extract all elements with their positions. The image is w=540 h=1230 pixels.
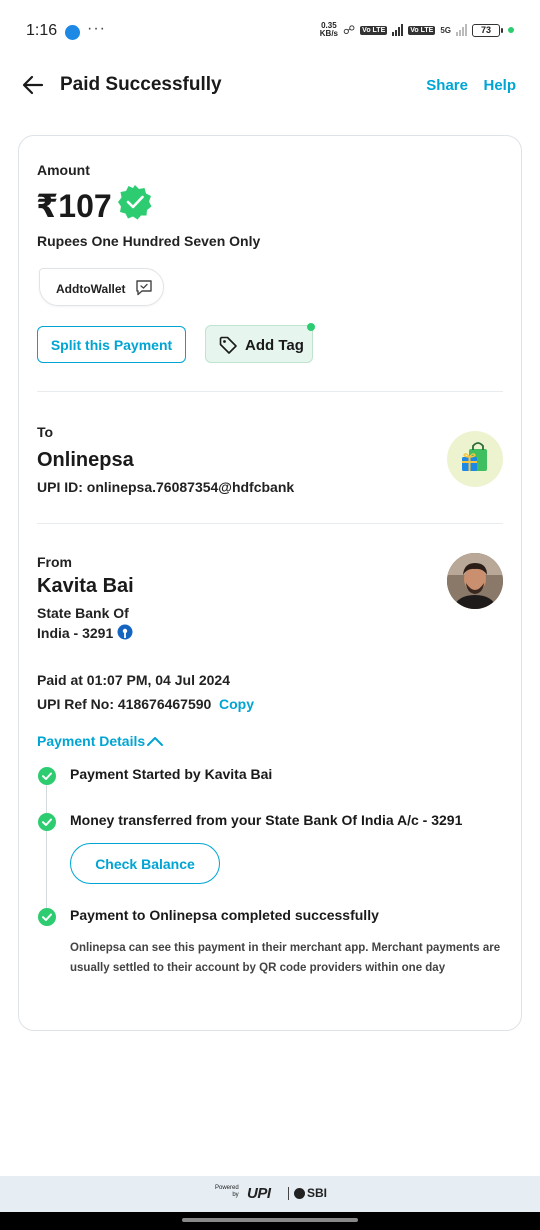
network-speed: 0.35 KB/s: [320, 22, 338, 38]
volte-icon-2: Vo LTE: [408, 25, 436, 35]
amount-label: Amount: [37, 162, 90, 178]
page-title: Paid Successfully: [60, 74, 222, 95]
share-button[interactable]: Share: [426, 77, 468, 94]
payee-name: Onlinepsa: [37, 449, 134, 471]
footer-separator: [288, 1187, 289, 1200]
to-label: To: [37, 424, 54, 440]
powered-by-footer: Powered by UPI SBI: [0, 1176, 540, 1212]
chat-bubble-icon: [136, 280, 152, 296]
check-circle-icon: [38, 908, 56, 926]
payer-bank-account: India - 3291: [37, 625, 114, 641]
payer-bank-name: State Bank Of: [37, 605, 129, 621]
copy-reference-button[interactable]: Copy: [219, 696, 254, 712]
more-notifications-icon: ···: [87, 20, 106, 37]
add-to-wallet-chip[interactable]: AddtoWallet: [39, 268, 164, 306]
settlement-note: Onlinepsa can see this payment in their …: [70, 942, 501, 974]
payment-details-toggle[interactable]: Payment Details: [37, 733, 145, 749]
volte-icon: Vo LTE: [360, 25, 388, 35]
network-speed-unit: KB/s: [319, 29, 339, 38]
check-circle-icon: [38, 767, 56, 785]
from-label: From: [37, 554, 72, 570]
status-time: 1:16: [26, 22, 58, 39]
shopping-bag-icon: [462, 442, 487, 471]
privacy-indicator-dot: [508, 27, 514, 33]
timeline-connector: [46, 781, 47, 911]
add-tag-button[interactable]: Add Tag: [205, 323, 315, 363]
wallet-chip-label: AddtoWallet: [56, 282, 126, 296]
network-type: 5G: [440, 25, 451, 35]
verified-badge-icon: [118, 185, 152, 220]
sbi-logo-text: SBI: [307, 1186, 328, 1200]
powered-by-label: Powered by: [215, 1185, 239, 1199]
back-arrow-icon[interactable]: [20, 72, 46, 98]
check-balance-button[interactable]: Check Balance: [70, 843, 220, 884]
upi-reference-number: UPI Ref No: 418676467590: [37, 696, 212, 712]
payer-avatar: [447, 553, 503, 609]
powered-by-line1: Powered: [215, 1185, 239, 1191]
chevron-up-icon[interactable]: [146, 733, 164, 749]
home-gesture-handle[interactable]: [182, 1218, 358, 1222]
payer-name: Kavita Bai: [37, 575, 134, 597]
status-bar: 1:16 ··· 0.35 KB/s ☍ Vo LTE Vo LTE 5G 73: [0, 0, 540, 64]
check-circle-icon: [38, 813, 56, 831]
help-button[interactable]: Help: [483, 77, 516, 94]
battery-icon: 73: [472, 23, 503, 37]
divider: [37, 523, 503, 524]
timeline-step-completed: Payment to Onlinepsa completed successfu…: [70, 907, 379, 923]
amount-in-words: Rupees One Hundred Seven Only: [37, 233, 261, 249]
amount-value: ₹107: [36, 188, 112, 224]
top-app-bar: Paid Successfully Share Help: [0, 64, 540, 106]
split-payment-button[interactable]: Split this Payment: [37, 326, 186, 363]
powered-by-line2: by: [232, 1192, 239, 1198]
paid-at-timestamp: Paid at 01:07 PM, 04 Jul 2024: [37, 672, 230, 688]
sbi-bank-icon: [117, 624, 133, 640]
add-tag-label: Add Tag: [245, 337, 304, 354]
merchant-avatar: [447, 431, 503, 487]
signal-icon-2: [456, 24, 467, 36]
hotspot-icon: ☍: [343, 23, 356, 37]
payee-upi-id: UPI ID: onlinepsa.76087354@hdfcbank: [37, 479, 295, 495]
timeline-step-transferred: Money transferred from your State Bank O…: [70, 812, 463, 828]
divider: [37, 391, 503, 392]
app-notification-icon: [65, 25, 80, 40]
tag-icon: [219, 336, 237, 354]
status-indicators: 0.35 KB/s ☍ Vo LTE Vo LTE 5G 73: [320, 22, 514, 38]
sbi-logo-icon: [294, 1188, 305, 1199]
system-navigation-bar: [0, 1212, 540, 1230]
payment-receipt-card: Amount ₹107 Rupees One Hundred Seven Onl…: [18, 135, 522, 1031]
new-indicator-dot: [307, 323, 315, 331]
timeline-step-started: Payment Started by Kavita Bai: [70, 766, 273, 782]
upi-logo: UPI: [247, 1185, 271, 1202]
signal-icon: [392, 24, 404, 36]
